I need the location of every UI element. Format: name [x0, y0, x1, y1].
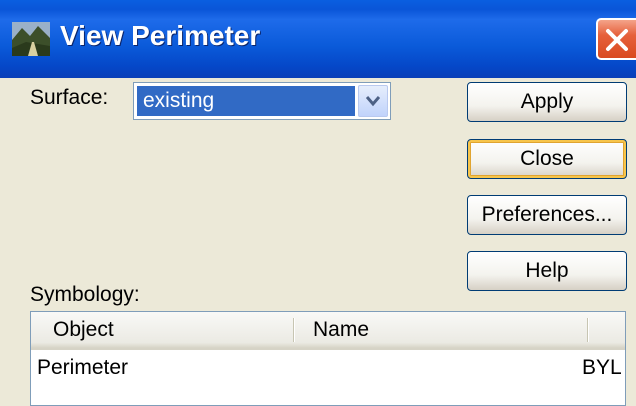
column-divider[interactable] — [293, 318, 294, 342]
dropdown-button[interactable] — [358, 85, 388, 117]
surface-label: Surface: — [30, 86, 109, 109]
table-row[interactable]: Perimeter BYL — [31, 350, 625, 386]
apply-button[interactable]: Apply — [467, 82, 627, 122]
symbology-list[interactable]: Object Name Perimeter BYL — [30, 311, 626, 406]
surface-dropdown[interactable]: existing — [133, 82, 391, 120]
symbology-label: Symbology: — [30, 283, 140, 306]
surface-selected-value: existing — [137, 86, 355, 116]
help-button[interactable]: Help — [467, 251, 627, 291]
preferences-button[interactable]: Preferences... — [467, 195, 627, 235]
list-header: Object Name — [31, 312, 625, 350]
chevron-down-icon — [366, 96, 380, 107]
app-icon — [12, 22, 50, 56]
row-name: BYL — [582, 356, 622, 379]
column-header-name[interactable]: Name — [313, 312, 369, 348]
close-window-button[interactable] — [596, 18, 636, 60]
row-object: Perimeter — [37, 356, 129, 379]
window-title: View Perimeter — [60, 20, 261, 51]
close-icon — [606, 29, 628, 51]
column-header-object[interactable]: Object — [53, 312, 114, 348]
column-divider[interactable] — [587, 318, 588, 342]
close-button[interactable]: Close — [467, 139, 627, 179]
title-bar[interactable]: View Perimeter — [0, 0, 636, 78]
